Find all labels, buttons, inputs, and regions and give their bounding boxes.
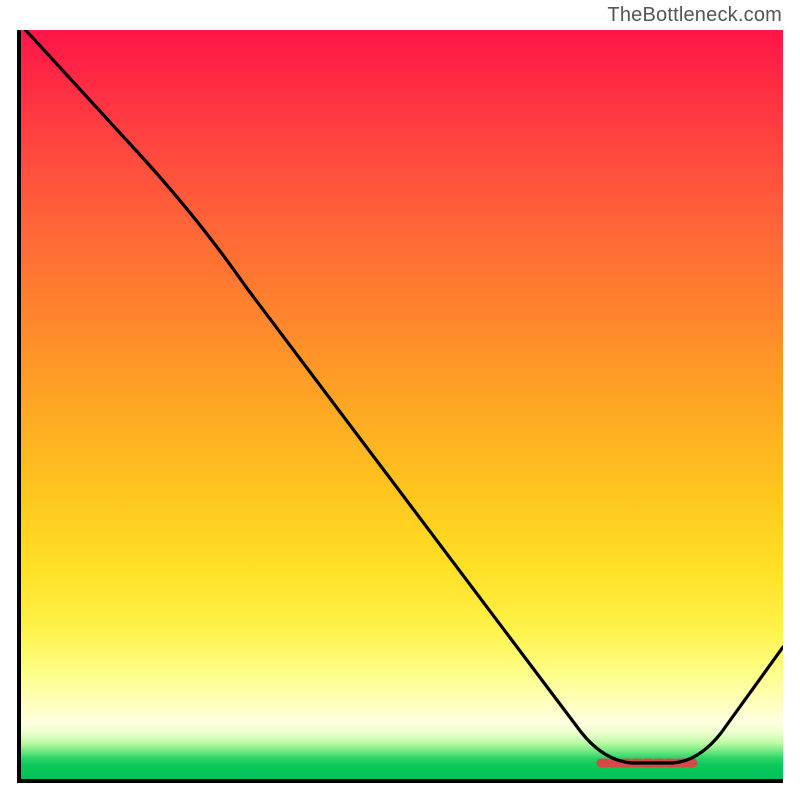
- bottleneck-curve: [21, 30, 783, 779]
- chart-container: TheBottleneck.com: [0, 0, 800, 800]
- bottleneck-line: [21, 30, 783, 763]
- attribution-text: TheBottleneck.com: [607, 4, 782, 27]
- plot-area: [17, 30, 783, 783]
